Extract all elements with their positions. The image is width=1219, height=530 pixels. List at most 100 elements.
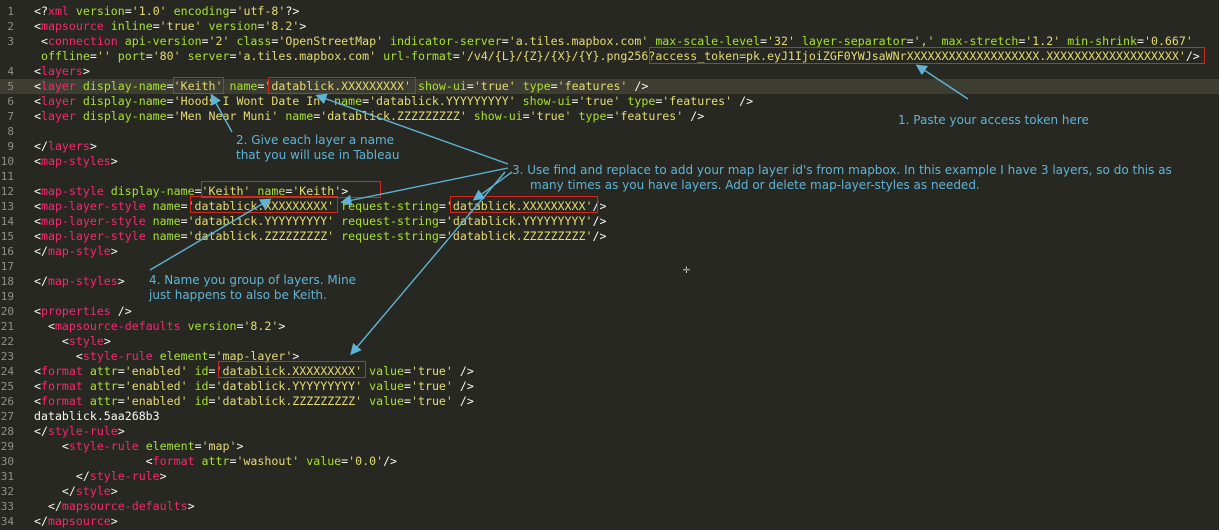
code-token: 'Keith' <box>292 184 342 198</box>
code-token: = <box>194 439 202 453</box>
code-token: indicator-server <box>390 34 502 48</box>
code-line[interactable]: 21 <mapsource-defaults version='8.2'> <box>0 319 1219 334</box>
code-token: 'datablick.ZZZZZZZZZ' <box>320 109 467 123</box>
code-token: mapsource-defaults <box>61 499 188 513</box>
code-token: = <box>117 394 125 408</box>
code-line[interactable]: 25 <format attr='enabled' id='datablick.Y… <box>0 379 1219 394</box>
code-line[interactable]: 30 <format attr='washout' value='0.0'/> <box>0 454 1219 469</box>
code-line[interactable]: 13 <map-layer-style name='datablick.XXXXX… <box>0 199 1219 214</box>
code-token: /> <box>732 94 754 108</box>
code-line[interactable]: 27 datablick.5aa268b3 <box>0 409 1219 424</box>
code-token: 'true' <box>578 94 621 108</box>
code-line[interactable]: 2 <mapsource inline='true' version='8.2'> <box>0 19 1219 34</box>
code-token: /> <box>592 199 607 213</box>
code-token: > <box>103 334 111 348</box>
code-token: = <box>208 379 216 393</box>
code-token: < <box>34 304 41 318</box>
code-token: max-stretch <box>941 34 1019 48</box>
code-token: < <box>34 214 41 228</box>
line-number: 6 <box>7 95 14 108</box>
code-line[interactable]: 24 <format attr='enabled' id='datablick.X… <box>0 364 1219 379</box>
code-token: style <box>68 334 104 348</box>
code-token: 'datablick.YYYYYYYYY' <box>445 214 593 228</box>
code-token: max-scale-level <box>655 34 761 48</box>
code-token: name <box>257 184 286 198</box>
line-code: </style-rule> <box>34 469 167 484</box>
code-line[interactable]: 15 <map-layer-style name='datablick.ZZZZZ… <box>0 229 1219 244</box>
code-token: style <box>75 484 111 498</box>
code-token: name <box>285 109 314 123</box>
code-token: attr <box>89 394 118 408</box>
code-token: > <box>117 274 125 288</box>
code-token: 'datablick.XXXXXXXXX' <box>264 79 411 93</box>
code-token: id <box>194 364 209 378</box>
code-line[interactable]: offline='' port='80' server='a.tiles.map… <box>0 49 1219 64</box>
line-number: 1 <box>7 5 14 18</box>
code-line[interactable]: 31 </style-rule> <box>0 469 1219 484</box>
code-token: < <box>34 109 41 123</box>
line-code: </style> <box>34 484 118 499</box>
code-token: value <box>369 364 405 378</box>
code-token: = <box>166 79 174 93</box>
note-group-name-line1: 4. Name you group of layers. Mine <box>149 273 357 287</box>
code-token: = <box>194 184 202 198</box>
code-line[interactable]: 23 <style-rule element='map-layer'> <box>0 349 1219 364</box>
note-group-name: 4. Name you group of layers. Mine just h… <box>149 273 389 303</box>
code-token: < <box>34 19 41 33</box>
line-code: <properties /> <box>34 304 132 319</box>
code-token: > <box>110 514 118 528</box>
code-token: layer <box>40 109 76 123</box>
line-number: 3 <box>7 35 14 48</box>
code-token: id <box>194 394 209 408</box>
code-token: /> <box>592 214 607 228</box>
code-line[interactable]: 26 <format attr='enabled' id='datablick.Z… <box>0 394 1219 409</box>
line-number: 13 <box>0 200 14 213</box>
code-line[interactable]: 14 <map-layer-style name='datablick.YYYYY… <box>0 214 1219 229</box>
code-token: map-style <box>40 184 104 198</box>
code-token: request-string <box>341 214 439 228</box>
code-token: 'true' <box>411 379 453 393</box>
code-token: 'enabled' <box>124 379 188 393</box>
code-line[interactable]: 32 </style> <box>0 484 1219 499</box>
code-token: display-name <box>82 79 167 93</box>
code-token: /> <box>110 304 132 318</box>
code-line[interactable]: 4 <layers> <box>0 64 1219 79</box>
code-line[interactable]: 5 <layer display-name='Keith' name='datab… <box>0 79 1219 94</box>
code-token: > <box>292 349 300 363</box>
code-line[interactable]: 33 </mapsource-defaults> <box>0 499 1219 514</box>
line-code: datablick.5aa268b3 <box>34 409 160 424</box>
line-number: 14 <box>0 215 14 228</box>
line-code: <format attr='enabled' id='datablick.ZZZ… <box>34 394 474 409</box>
code-line[interactable]: 9 </layers> <box>0 139 1219 154</box>
code-token: value <box>369 394 405 408</box>
code-line[interactable]: 1 <?xml version='1.0' encoding='utf-8'?> <box>0 4 1219 19</box>
code-line[interactable]: 34 </mapsource> <box>0 514 1219 529</box>
code-token: </ <box>34 514 48 528</box>
code-token: < <box>34 364 41 378</box>
code-line[interactable]: 28 </style-rule> <box>0 424 1219 439</box>
code-token: type <box>578 109 607 123</box>
code-token: map-layer-style <box>40 199 146 213</box>
line-number: 29 <box>0 440 14 453</box>
code-token: display-name <box>110 184 195 198</box>
line-code: <?xml version='1.0' encoding='utf-8'?> <box>34 4 299 19</box>
code-line[interactable]: 3 <connection api-version='2' class='Ope… <box>0 34 1219 49</box>
code-line[interactable]: 22 <style> <box>0 334 1219 349</box>
line-number: 21 <box>0 320 14 333</box>
line-number: 2 <box>7 20 14 33</box>
code-editor[interactable]: 1 <?xml version='1.0' encoding='utf-8'?> 2… <box>0 0 1219 530</box>
code-token: type <box>522 79 551 93</box>
code-token: 'datablick.XXXXXXXXX' <box>215 364 363 378</box>
code-token: > <box>341 184 349 198</box>
code-line[interactable]: 16 </map-style> <box>0 244 1219 259</box>
code-line[interactable]: 17 <box>0 259 1219 274</box>
code-token: > <box>159 469 167 483</box>
line-number: 5 <box>7 80 14 93</box>
code-line[interactable]: 6 <layer display-name='Hoods I Wont Date … <box>0 94 1219 109</box>
code-line[interactable]: 29 <style-rule element='map'> <box>0 439 1219 454</box>
code-token: show-ui <box>522 94 572 108</box>
code-line[interactable]: 20 <properties /> <box>0 304 1219 319</box>
